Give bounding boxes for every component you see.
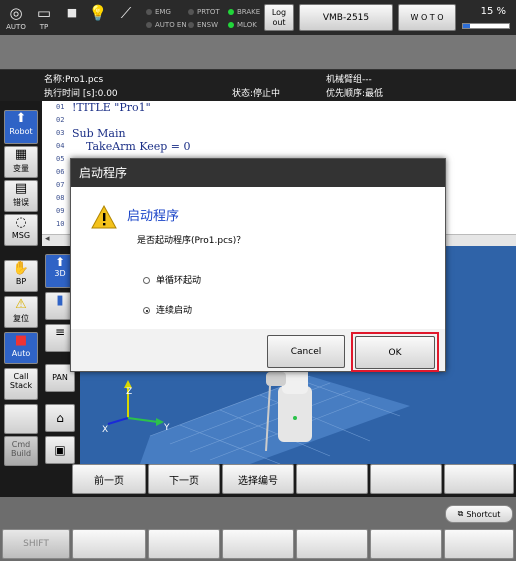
shortcut-button[interactable]: ⧉ Shortcut <box>445 505 513 523</box>
warning-icon <box>91 205 117 229</box>
variables-icon: ▦ <box>14 147 28 162</box>
ok-button[interactable]: OK <box>355 336 435 369</box>
line-number: 03 <box>56 129 65 137</box>
sidebar-variables[interactable]: ▦ 变量 <box>4 146 38 178</box>
radio-continuous[interactable]: 连续启动 <box>143 303 192 316</box>
cancel-button[interactable]: Cancel <box>267 335 345 368</box>
line-number: 09 <box>56 207 65 215</box>
dialog-heading: 启动程序 <box>127 209 180 224</box>
prev-page-button[interactable]: 前一页 <box>72 464 146 494</box>
status-bar: ◎ AUTO ▭ TP ■ 💡 ⟋ EMG AUTO EN PRTOT ENSW B… <box>0 0 516 35</box>
wrench-icon[interactable]: ⟋ <box>112 3 140 33</box>
sidebar-reset[interactable]: ⚠ 复位 <box>4 296 38 328</box>
lamp-emg: EMG <box>146 8 171 16</box>
auto-mode-icon[interactable]: ◎ AUTO <box>2 3 30 33</box>
bottom-key-6[interactable] <box>444 529 514 559</box>
bottom-key-1[interactable] <box>72 529 146 559</box>
axis-z-label: Z <box>126 387 132 397</box>
sidebar-cmd-build[interactable]: Cmd Build <box>4 436 38 466</box>
logout-button[interactable]: Log out <box>264 4 294 31</box>
sidebar-auto[interactable]: ■ Auto <box>4 332 38 364</box>
bottom-bar: ⧉ Shortcut SHIFT <box>0 497 516 561</box>
auto-icon: ■ <box>14 333 28 348</box>
program-info-bar: 名称:Pro1.pcs 执行时间 [s]:0.00 状态:停止中 机械臂组---… <box>0 69 516 101</box>
sidebar-call-stack[interactable]: Call Stack <box>4 368 38 400</box>
dialog-title: 启动程序 <box>71 159 445 187</box>
cube-view-button[interactable]: ▣ <box>45 436 75 464</box>
bottom-key-4[interactable] <box>296 529 368 559</box>
tp-icon[interactable]: ▭ TP <box>30 3 58 33</box>
speed-bar <box>462 23 510 29</box>
home-view-button[interactable]: ⌂ <box>45 404 75 432</box>
line-number: 04 <box>56 142 65 150</box>
robot-model-button[interactable]: VMB-2515 <box>299 4 393 31</box>
bottom-key-2[interactable] <box>148 529 220 559</box>
code-line: TakeArm Keep = 0 <box>72 140 191 153</box>
lamp-brake: BRAKE <box>228 8 260 16</box>
priority: 优先顺序:最低 <box>326 89 384 99</box>
bottom-key-5[interactable] <box>370 529 442 559</box>
shortcut-icon: ⧉ <box>457 509 464 518</box>
list-icon: ≡ <box>54 325 66 339</box>
lamp-prtot: PRTOT <box>188 8 220 16</box>
radio-single-cycle[interactable]: 单循环起动 <box>143 273 201 286</box>
line-number: 10 <box>56 220 65 228</box>
message-icon: ◌ <box>15 215 27 230</box>
exec-time: 执行时间 [s]:0.00 <box>44 89 118 99</box>
code-line: !TITLE "Pro1" <box>72 101 151 114</box>
lamp-ensw: ENSW <box>188 21 218 29</box>
lamp-auto-en: AUTO EN <box>146 21 187 29</box>
line-number: 05 <box>56 155 65 163</box>
line-number: 08 <box>56 194 65 202</box>
line-number: 07 <box>56 181 65 189</box>
header-band <box>0 35 516 69</box>
axis-y-label: Y <box>163 423 170 433</box>
sidebar-robot[interactable]: ⬆ Robot <box>4 110 38 144</box>
stop-icon: ■ <box>66 6 78 19</box>
axis-x-label: X <box>102 425 108 435</box>
warning-icon: ⚠ <box>15 297 27 312</box>
home-icon: ⌂ <box>56 411 64 425</box>
sidebar-bp[interactable]: ✋ BP <box>4 260 38 292</box>
lightbulb-icon: 💡 <box>88 4 108 22</box>
error-log-icon: ▤ <box>14 181 28 196</box>
arm-group: 机械臂组--- <box>326 75 372 85</box>
line-number: 06 <box>56 168 65 176</box>
line-number: 01 <box>56 103 65 111</box>
select-number-button[interactable]: 选择编号 <box>222 464 294 494</box>
program-state: 状态:停止中 <box>232 89 281 99</box>
cylinder-icon: ▮ <box>56 293 64 308</box>
bottom-key-3[interactable] <box>222 529 294 559</box>
sidebar-msg[interactable]: ◌ MSG <box>4 214 38 246</box>
program-name: 名称:Pro1.pcs <box>44 75 104 85</box>
speed-indicator[interactable]: 15 % <box>460 4 512 31</box>
robot-icon: ⬆ <box>15 111 27 126</box>
code-line: Sub Main <box>72 127 126 140</box>
dialog-question: 是否起动程序(Pro1.pcs)？ <box>137 236 246 246</box>
shift-button[interactable]: SHIFT <box>2 529 70 559</box>
lamp-mlok: MLOK <box>228 21 257 29</box>
scroll-left-icon[interactable]: ◂ <box>45 234 50 244</box>
cube-icon: ▣ <box>54 443 66 457</box>
woto-button[interactable]: W O T O <box>398 4 456 31</box>
next-page-button[interactable]: 下一页 <box>148 464 220 494</box>
sidebar-errors[interactable]: ▤ 错误 <box>4 180 38 212</box>
function-key-5[interactable] <box>370 464 442 494</box>
start-program-dialog: 启动程序 启动程序 是否起动程序(Pro1.pcs)？ 单循环起动 连续启动 C… <box>70 158 446 372</box>
function-key-6[interactable] <box>444 464 514 494</box>
function-key-4[interactable] <box>296 464 368 494</box>
line-number: 02 <box>56 116 65 124</box>
dialog-body: 启动程序 是否起动程序(Pro1.pcs)？ 单循环起动 连续启动 <box>71 187 445 329</box>
sidebar-blank-button[interactable] <box>4 404 38 434</box>
hand-icon: ✋ <box>12 261 30 276</box>
